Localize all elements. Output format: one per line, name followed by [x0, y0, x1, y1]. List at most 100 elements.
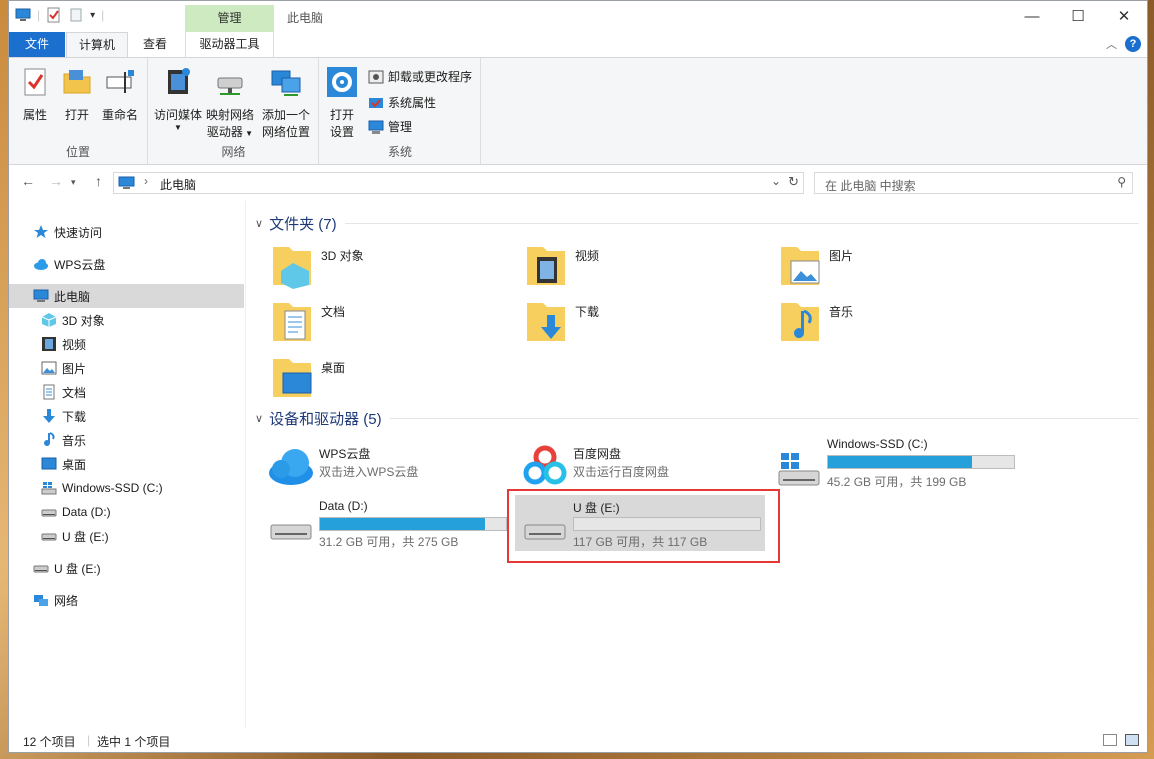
sidebar-item-music[interactable]: 音乐	[9, 428, 244, 452]
folder-videos-icon	[527, 247, 565, 285]
up-arrow-icon[interactable]: ↑	[95, 173, 102, 189]
large-icons-view-icon[interactable]	[1125, 734, 1139, 746]
folders-section-header[interactable]: ∨ 文件夹 (7)	[247, 212, 1139, 234]
folder-videos[interactable]: 视频	[525, 241, 599, 289]
open-settings-button[interactable]: 打开 设置	[326, 66, 358, 141]
folder-music[interactable]: 音乐	[779, 297, 853, 345]
uninstall-programs-button[interactable]: 卸载或更改程序	[368, 68, 472, 85]
sidebar-item-videos[interactable]: 视频	[9, 332, 244, 356]
breadcrumb-this-pc[interactable]: 此电脑	[160, 176, 196, 193]
tab-view[interactable]: 查看	[133, 32, 177, 57]
breadcrumb-chevron-icon[interactable]: ›	[144, 174, 148, 188]
access-media-button[interactable]: 访问媒体 ▼	[153, 66, 203, 132]
computer-icon[interactable]	[15, 7, 31, 23]
properties-check-icon[interactable]	[46, 7, 62, 23]
network-drive-icon	[217, 77, 243, 95]
ribbon: 属性 打开 重命名 位置 访问媒体 ▼ 映射网络 驱动器 ▼ 添加一个 网络位置…	[9, 57, 1147, 165]
device-c-drive[interactable]: Windows-SSD (C:) 45.2 GB 可用，共 199 GB	[775, 437, 1025, 489]
sidebar-item-wps[interactable]: WPS云盘	[9, 252, 244, 276]
details-view-icon[interactable]	[1103, 734, 1117, 746]
refresh-icon[interactable]: ↻	[788, 174, 799, 190]
add-network-location-icon	[271, 70, 301, 96]
help-icon[interactable]: ?	[1125, 36, 1141, 52]
sidebar-label: WPS云盘	[54, 257, 106, 272]
tab-file[interactable]: 文件	[9, 32, 65, 57]
sidebar-item-c-drive[interactable]: Windows-SSD (C:)	[9, 476, 244, 500]
system-properties-label: 系统属性	[388, 96, 437, 110]
map-drive-button[interactable]: 映射网络 驱动器 ▼	[205, 66, 255, 142]
add-network-location-button[interactable]: 添加一个 网络位置	[259, 66, 313, 141]
sidebar-item-pictures[interactable]: 图片	[9, 356, 244, 380]
sidebar-label: Data (D:)	[62, 505, 111, 519]
sidebar-item-e-drive-root[interactable]: U 盘 (E:)	[9, 556, 244, 580]
tab-computer[interactable]: 计算机	[66, 32, 128, 57]
collapse-ribbon-icon[interactable]: ︿	[1106, 36, 1117, 52]
close-button[interactable]: ✕	[1101, 1, 1147, 32]
folder-label: 视频	[575, 249, 600, 263]
sidebar-item-network[interactable]: 网络	[9, 588, 244, 612]
open-folder-icon	[63, 70, 91, 94]
sidebar-item-quick-access[interactable]: 快速访问	[9, 220, 244, 244]
address-dropdown-icon[interactable]: ⌄	[771, 174, 781, 188]
open-button[interactable]: 打开	[61, 66, 93, 124]
usage-bar-fill	[828, 456, 972, 468]
forward-arrow-icon[interactable]: →	[49, 173, 63, 189]
rename-button[interactable]: 重命名	[99, 66, 141, 124]
address-bar[interactable]: › 此电脑 ⌄ ↻	[113, 172, 804, 194]
sidebar-label: 音乐	[62, 433, 87, 448]
minimize-button[interactable]: —	[1009, 1, 1055, 32]
tab-drive-tools[interactable]: 驱动器工具	[185, 32, 274, 57]
new-folder-icon[interactable]	[68, 7, 84, 23]
device-wps-cloud[interactable]: WPS云盘 双击进入WPS云盘	[267, 441, 497, 489]
customize-qat-icon[interactable]: ▾	[90, 10, 95, 21]
sidebar-label: 下载	[62, 409, 87, 424]
system-properties-button[interactable]: 系统属性	[368, 94, 436, 111]
window-controls: — ☐ ✕	[1009, 1, 1147, 32]
folder-desktop[interactable]: 桌面	[271, 353, 345, 401]
sidebar-item-d-drive[interactable]: Data (D:)	[9, 500, 244, 524]
chevron-down-icon[interactable]: ∨	[255, 412, 263, 425]
maximize-button[interactable]: ☐	[1055, 1, 1101, 32]
sidebar-item-3d-objects[interactable]: 3D 对象	[9, 308, 244, 332]
sidebar-item-documents[interactable]: 文档	[9, 380, 244, 404]
rename-icon	[106, 70, 134, 93]
system-properties-icon	[369, 97, 383, 108]
manage-button[interactable]: 管理	[368, 118, 412, 135]
folder-pictures[interactable]: 图片	[779, 241, 853, 289]
folder-3d-objects[interactable]: 3D 对象	[271, 241, 364, 289]
device-name: Data (D:)	[319, 499, 368, 513]
device-d-drive[interactable]: Data (D:) 31.2 GB 可用，共 275 GB	[267, 499, 517, 551]
folder-documents[interactable]: 文档	[271, 297, 345, 345]
sidebar-label: Windows-SSD (C:)	[62, 481, 163, 495]
sidebar-item-e-drive[interactable]: U 盘 (E:)	[9, 524, 244, 548]
wps-cloud-icon	[269, 449, 313, 485]
settings-gear-icon	[327, 67, 357, 97]
folder-label: 音乐	[829, 305, 854, 319]
folder-downloads[interactable]: 下载	[525, 297, 599, 345]
open-settings-label-1: 打开	[329, 108, 354, 122]
folder-music-icon	[781, 303, 819, 341]
cloud-icon	[34, 259, 48, 270]
sidebar-item-this-pc[interactable]: 此电脑	[9, 284, 244, 308]
vertical-scrollbar[interactable]	[1138, 201, 1147, 728]
device-baidu-pan[interactable]: 百度网盘 双击运行百度网盘	[521, 441, 751, 489]
chevron-down-icon[interactable]: ∨	[255, 217, 263, 230]
search-box[interactable]: 在 此电脑 中搜索 ⚲	[814, 172, 1133, 194]
sidebar-label: 桌面	[62, 457, 87, 472]
media-icon	[168, 68, 190, 94]
properties-icon	[24, 68, 46, 96]
section-divider	[389, 417, 1139, 419]
devices-section-header[interactable]: ∨ 设备和驱动器 (5)	[247, 407, 1139, 429]
search-icon[interactable]: ⚲	[1117, 175, 1126, 189]
d-drive-usage-bar	[319, 517, 507, 531]
sidebar-item-downloads[interactable]: 下载	[9, 404, 244, 428]
navigation-pane: 快速访问 WPS云盘 此电脑 3D 对象 视频 图片 文档 下载 音乐 桌面 W…	[9, 201, 246, 728]
back-arrow-icon[interactable]: ←	[21, 173, 35, 189]
properties-button[interactable]: 属性	[19, 66, 51, 124]
manage-context-tab[interactable]: 管理	[185, 5, 274, 32]
recent-dropdown-icon[interactable]: ▾	[71, 177, 76, 188]
add-location-label-2: 网络位置	[261, 125, 310, 139]
sidebar-label: 3D 对象	[62, 313, 105, 328]
sidebar-label: U 盘 (E:)	[54, 561, 101, 576]
sidebar-item-desktop[interactable]: 桌面	[9, 452, 244, 476]
